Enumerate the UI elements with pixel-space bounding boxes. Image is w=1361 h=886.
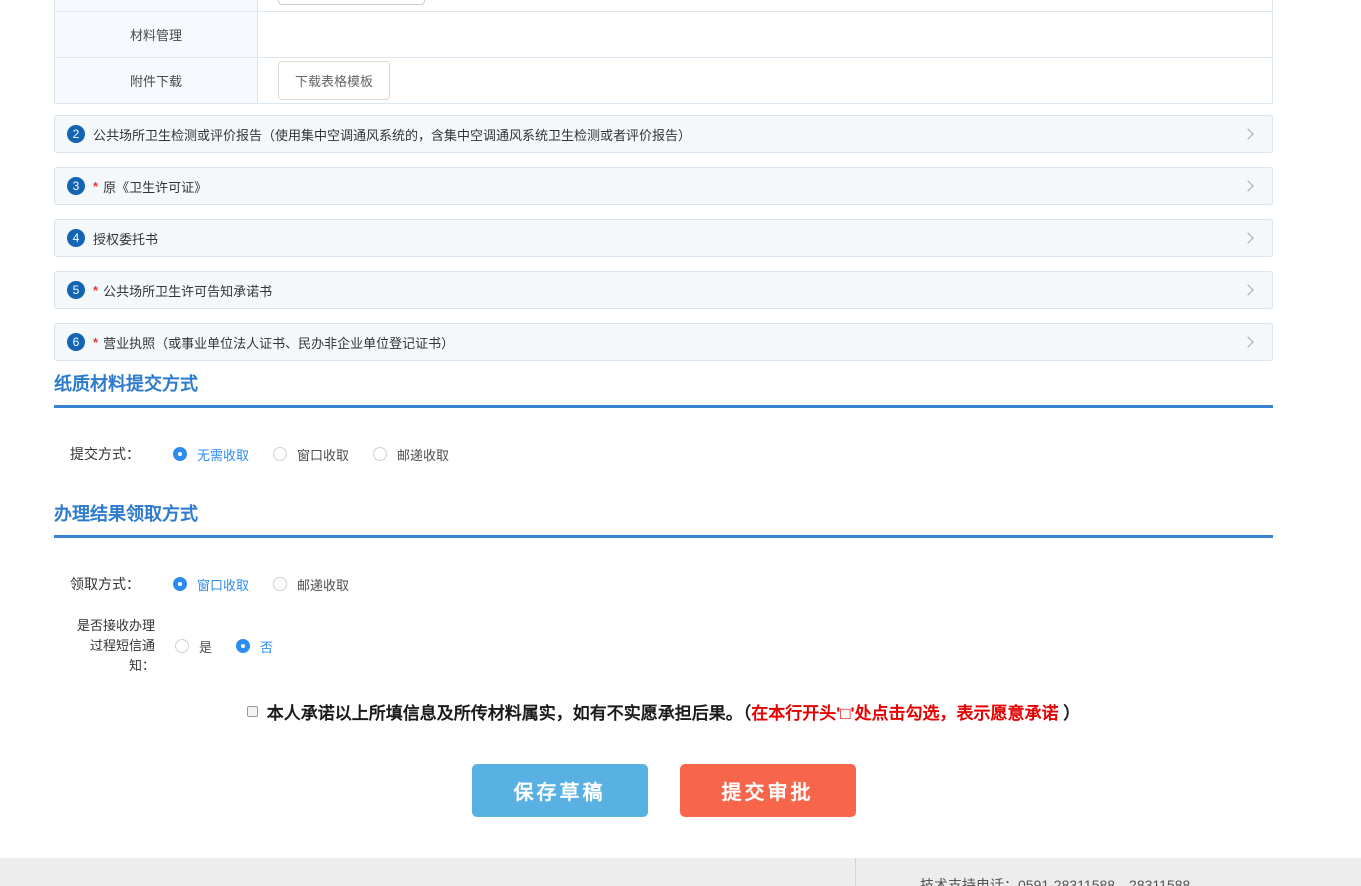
commitment-statement: 本人承诺以上所填信息及所传材料属实，如有不实愿承担后果。（在本行开头'□'处点击… — [54, 702, 1273, 726]
attachment-accordion-list: 2 公共场所卫生检测或评价报告（使用集中空调通风系统的，含集中空调通风系统卫生检… — [54, 115, 1273, 375]
accordion-item-2[interactable]: 2 公共场所卫生检测或评价报告（使用集中空调通风系统的，含集中空调通风系统卫生检… — [54, 115, 1273, 153]
radio-selected-icon[interactable] — [173, 447, 187, 461]
chevron-right-icon — [1242, 336, 1253, 347]
paper-submit-section: 纸质材料提交方式 提交方式： 无需收取 窗口收取 邮递收取 — [54, 370, 1273, 464]
chevron-right-icon — [1242, 128, 1253, 139]
application-form-page: 材料管理 附件下载 下载表格模板 2 公共场所卫生检测或评价报告（使用集中空调通… — [0, 0, 1361, 886]
table-label-cell — [55, 0, 258, 11]
accordion-item-3[interactable]: 3 * 原《卫生许可证》 — [54, 167, 1273, 205]
radio-option-mail-collect[interactable]: 邮递收取 — [373, 445, 449, 464]
accordion-item-6[interactable]: 6 * 营业执照（或事业单位法人证书、民办非企业单位登记证书） — [54, 323, 1273, 361]
radio-option-no-collect[interactable]: 无需收取 — [173, 445, 249, 464]
radio-unselected-icon[interactable] — [273, 447, 287, 461]
step-number-badge: 4 — [67, 229, 85, 247]
accordion-title: 授权委托书 — [93, 229, 158, 248]
submit-method-label: 提交方式： — [70, 444, 140, 464]
chevron-right-icon — [1242, 180, 1253, 191]
sms-notify-row: 是否接收办理 过程短信通 知： 是 否 — [54, 616, 1273, 676]
step-number-badge: 5 — [67, 281, 85, 299]
form-actions: 保存草稿 提交审批 — [54, 764, 1273, 817]
pickup-method-label: 领取方式： — [70, 574, 140, 594]
radio-unselected-icon[interactable] — [175, 639, 189, 653]
radio-option-sms-no[interactable]: 否 — [236, 637, 273, 656]
required-asterisk: * — [93, 335, 98, 350]
submit-approval-button[interactable]: 提交审批 — [680, 764, 856, 817]
commitment-warning-text: 在本行开头'□'处点击勾选，表示愿意承诺 — [751, 704, 1058, 723]
attachment-download-content: 下载表格模板 — [258, 58, 1272, 103]
attachment-download-label: 附件下载 — [55, 58, 258, 103]
commitment-text: 本人承诺以上所填信息及所传材料属实，如有不实愿承担后果。（ — [267, 704, 752, 723]
result-pickup-section: 办理结果领取方式 领取方式： 窗口收取 邮递收取 是否接收办理 过程短信通 知：… — [54, 500, 1273, 676]
radio-unselected-icon[interactable] — [273, 577, 287, 591]
step-number-badge: 3 — [67, 177, 85, 195]
commitment-checkbox[interactable] — [247, 706, 258, 717]
radio-selected-icon[interactable] — [173, 577, 187, 591]
radio-unselected-icon[interactable] — [373, 447, 387, 461]
table-row-truncated — [55, 0, 1272, 11]
accordion-title: 公共场所卫生许可告知承诺书 — [103, 281, 272, 300]
step-number-badge: 6 — [67, 333, 85, 351]
save-draft-button[interactable]: 保存草稿 — [472, 764, 648, 817]
accordion-item-4[interactable]: 4 授权委托书 — [54, 219, 1273, 257]
accordion-title: 营业执照（或事业单位法人证书、民办非企业单位登记证书） — [103, 333, 454, 352]
radio-option-window-collect[interactable]: 窗口收取 — [273, 445, 349, 464]
material-management-label: 材料管理 — [55, 12, 258, 57]
radio-selected-icon[interactable] — [236, 639, 250, 653]
pickup-method-row: 领取方式： 窗口收取 邮递收取 — [54, 574, 1273, 594]
paper-submit-section-title: 纸质材料提交方式 — [54, 370, 1273, 408]
result-pickup-section-title: 办理结果领取方式 — [54, 500, 1273, 538]
page-footer: 技术支持电话：0591-28311588、28311588 — [0, 858, 1361, 886]
truncated-input[interactable] — [278, 0, 425, 5]
table-row-attachment-download: 附件下载 下载表格模板 — [55, 57, 1272, 103]
support-phone-text: 技术支持电话：0591-28311588、28311588 — [920, 875, 1190, 886]
required-asterisk: * — [93, 283, 98, 298]
accordion-item-5[interactable]: 5 * 公共场所卫生许可告知承诺书 — [54, 271, 1273, 309]
accordion-title: 公共场所卫生检测或评价报告（使用集中空调通风系统的，含集中空调通风系统卫生检测或… — [93, 125, 691, 144]
chevron-right-icon — [1242, 232, 1253, 243]
chevron-right-icon — [1242, 284, 1253, 295]
material-management-content — [258, 12, 1272, 57]
table-content-cell — [258, 0, 1272, 11]
radio-option-window-pickup[interactable]: 窗口收取 — [173, 575, 249, 594]
radio-option-mail-pickup[interactable]: 邮递收取 — [273, 575, 349, 594]
material-info-table: 材料管理 附件下载 下载表格模板 — [54, 0, 1273, 104]
commitment-text-suffix: ） — [1059, 704, 1081, 723]
table-row-material-management: 材料管理 — [55, 11, 1272, 57]
radio-option-sms-yes[interactable]: 是 — [175, 637, 212, 656]
download-template-button[interactable]: 下载表格模板 — [278, 61, 390, 100]
required-asterisk: * — [93, 179, 98, 194]
step-number-badge: 2 — [67, 125, 85, 143]
accordion-title: 原《卫生许可证》 — [103, 177, 207, 196]
footer-divider — [855, 858, 856, 886]
sms-notify-label: 是否接收办理 过程短信通 知： — [70, 616, 155, 676]
submit-method-row: 提交方式： 无需收取 窗口收取 邮递收取 — [54, 444, 1273, 464]
